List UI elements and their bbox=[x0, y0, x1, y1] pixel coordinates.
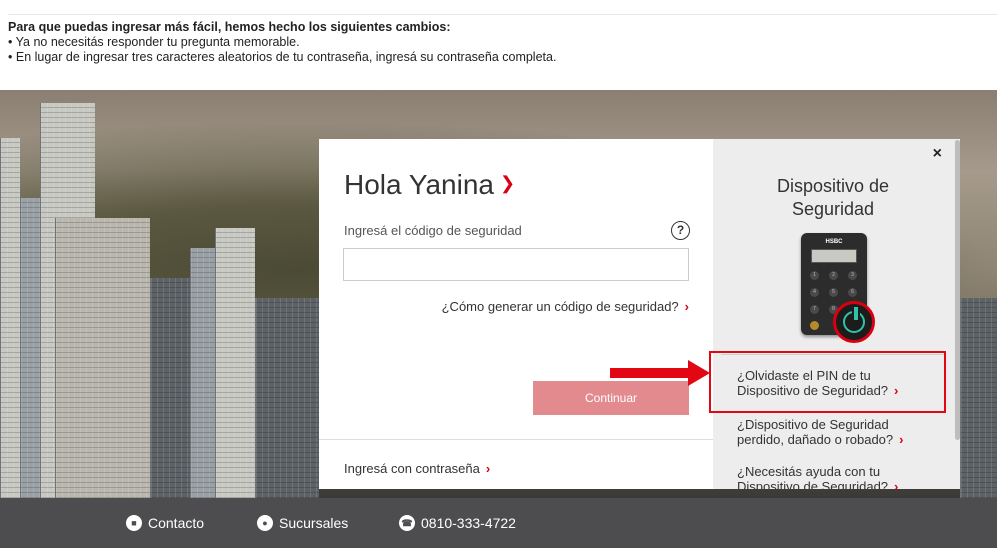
chat-icon: ■ bbox=[126, 515, 142, 531]
phone-icon: ☎ bbox=[399, 515, 415, 531]
greeting-text: Hola Yanina bbox=[344, 169, 494, 200]
arrow-annotation-icon bbox=[610, 360, 710, 386]
lost-device-link[interactable]: ¿Dispositivo de Seguridad perdido, dañad… bbox=[737, 417, 903, 447]
notice-title: Para que puedas ingresar más fácil, hemo… bbox=[8, 20, 451, 34]
security-device-panel: × Dispositivo de Seguridad HSBC 123 456 … bbox=[713, 139, 960, 489]
device-help-link[interactable]: ¿Necesitás ayuda con tu Dispositivo de S… bbox=[737, 464, 898, 489]
branches-link[interactable]: ● Sucursales bbox=[257, 515, 348, 531]
notice-item: • En lugar de ingresar tres caracteres a… bbox=[8, 50, 557, 64]
device-screen bbox=[811, 249, 857, 263]
help-icon[interactable]: ? bbox=[671, 221, 690, 240]
top-divider bbox=[8, 14, 997, 15]
chevron-down-icon[interactable]: ❯ bbox=[500, 173, 515, 194]
chevron-right-icon: › bbox=[894, 479, 899, 489]
login-modal: Hola Yanina ❯ Ingresá el código de segur… bbox=[319, 139, 960, 489]
footer-bar: ■ Contacto ● Sucursales ☎ 0810-333-4722 bbox=[0, 498, 997, 548]
login-panel: Hola Yanina ❯ Ingresá el código de segur… bbox=[319, 139, 713, 489]
location-pin-icon: ● bbox=[257, 515, 273, 531]
password-login-link[interactable]: Ingresá con contraseña › bbox=[344, 461, 490, 476]
phone-link[interactable]: ☎ 0810-333-4722 bbox=[399, 515, 516, 531]
device-brand-logo: HSBC bbox=[825, 239, 843, 245]
notice-item: • Ya no necesitás responder tu pregunta … bbox=[8, 35, 300, 49]
security-code-input[interactable] bbox=[343, 248, 689, 281]
contact-link[interactable]: ■ Contacto bbox=[126, 515, 204, 531]
divider bbox=[319, 439, 713, 440]
panel-title: Dispositivo de Seguridad bbox=[776, 176, 890, 219]
how-to-generate-link[interactable]: ¿Cómo generar un código de seguridad? › bbox=[442, 299, 689, 314]
greeting[interactable]: Hola Yanina ❯ bbox=[344, 169, 515, 201]
security-code-label: Ingresá el código de seguridad bbox=[344, 223, 522, 238]
chevron-right-icon: › bbox=[899, 432, 904, 447]
close-icon[interactable]: × bbox=[933, 145, 942, 163]
notice-banner: Para que puedas ingresar más fácil, hemo… bbox=[0, 0, 997, 90]
power-button-icon bbox=[833, 301, 875, 343]
scrollbar[interactable] bbox=[955, 140, 960, 440]
highlight-box bbox=[709, 351, 946, 413]
continue-button[interactable]: Continuar bbox=[533, 381, 689, 415]
chevron-right-icon: › bbox=[684, 299, 689, 314]
chevron-right-icon: › bbox=[485, 461, 491, 476]
